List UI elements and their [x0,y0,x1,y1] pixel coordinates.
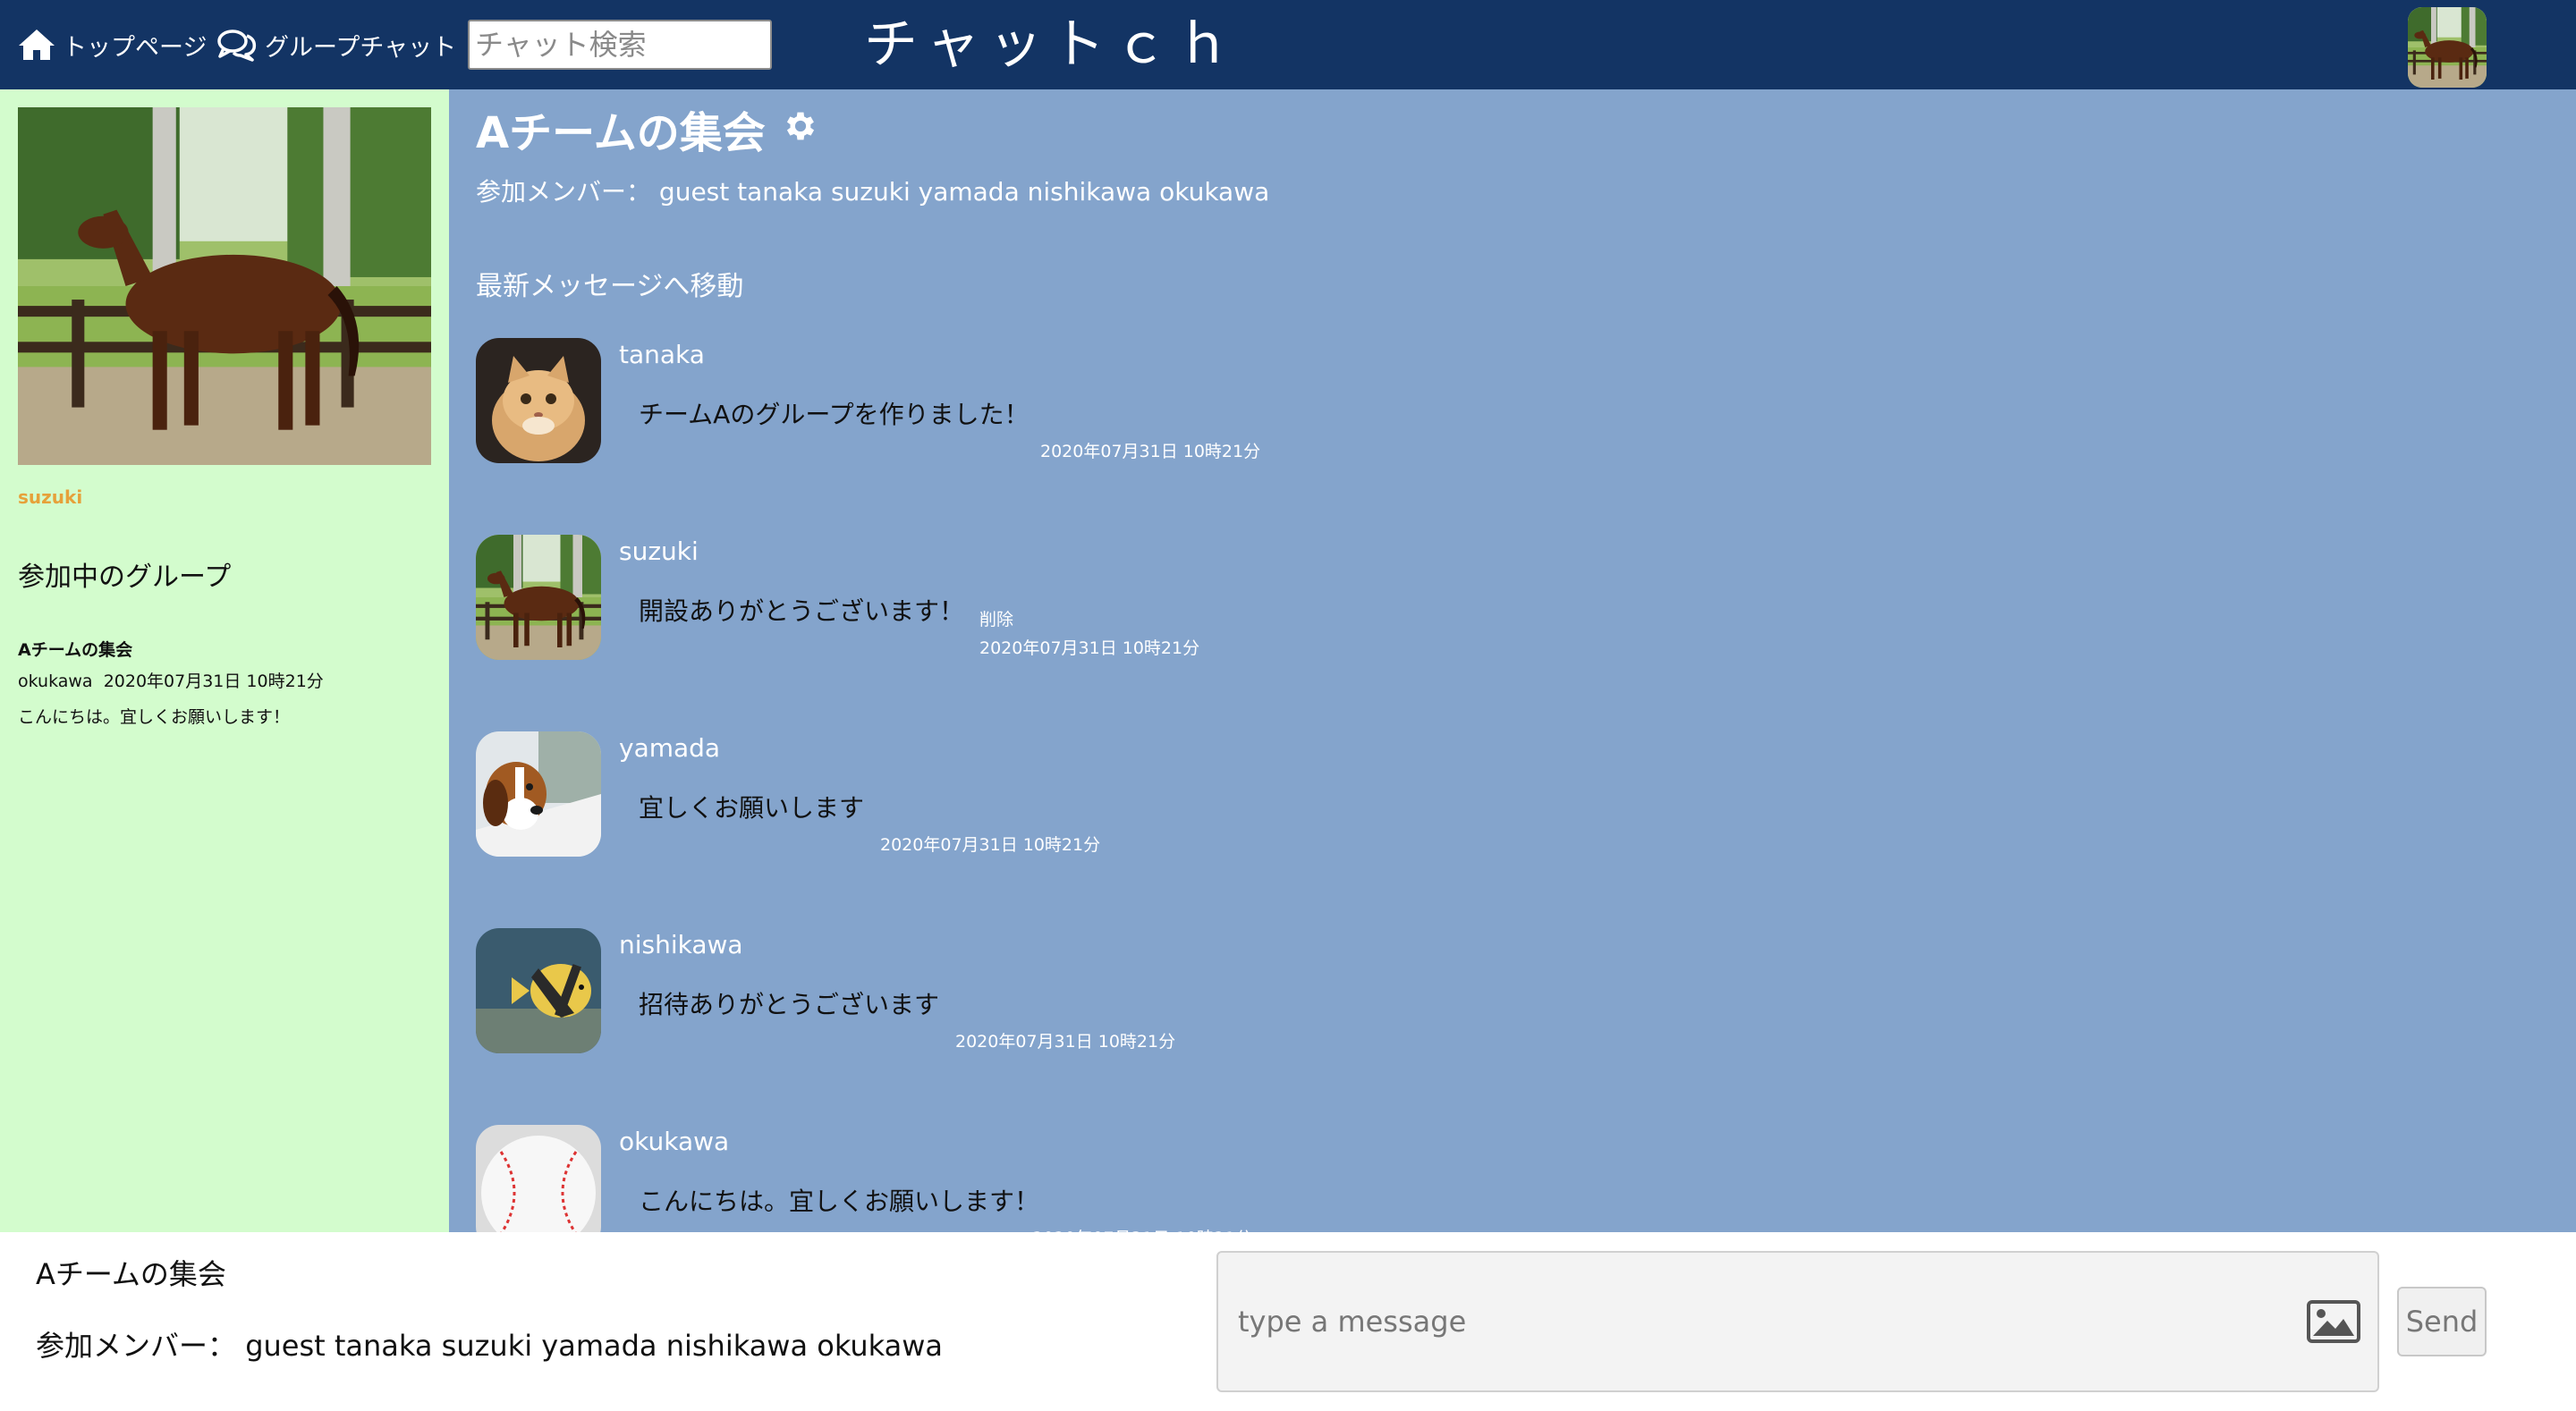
delete-message-link[interactable]: 削除 [979,606,1013,630]
message-text: こんにちは。宜しくお願いします！ [639,1187,1040,1216]
room-members: 参加メンバー： guest tanaka suzuki yamada nishi… [476,173,1269,208]
message-time: 2020年07月31日 10時21分 [1040,442,1261,461]
message-item: yamada 宜しくお願いします 2020年07月31日 10時21分 [476,731,1549,866]
group-name: Aチームの集会 [18,640,133,660]
top-navbar: トップページ グループチャット チャットｃｈ [0,0,2576,89]
message-text: 招待ありがとうございます [639,990,940,1019]
gear-icon[interactable] [782,107,819,145]
sender-avatar[interactable] [476,731,601,857]
joined-groups-heading: 参加中のグループ [18,562,232,593]
members-label: 参加メンバー： [476,177,652,207]
header-user-avatar[interactable] [2408,7,2487,88]
chat-bubbles-icon [217,30,257,62]
sender-avatar[interactable] [476,338,601,463]
footer-members-label: 参加メンバー： [36,1329,237,1363]
group-last-time: 2020年07月31日 10時21分 [103,672,324,691]
message-item: tanaka チームAのグループを作りました！ 2020年07月31日 10時2… [476,338,1549,472]
nav-group-chat-label: グループチャット [265,33,457,62]
image-upload-icon[interactable] [2306,1299,2361,1344]
send-button[interactable]: Send [2397,1287,2487,1356]
message-input[interactable] [1216,1251,2379,1392]
sidebar: suzuki 参加中のグループ Aチームの集会 okukawa 2020年07月… [0,89,449,1232]
message-item: suzuki 開設ありがとうございます！ 削除 2020年07月31日 10時2… [476,535,1549,669]
footer-members-list: guest tanaka suzuki yamada nishikawa oku… [245,1329,944,1363]
message-time: 2020年07月31日 10時21分 [1032,1225,1252,1232]
sender-name: nishikawa [619,930,743,959]
footer-room-members: 参加メンバー： guest tanaka suzuki yamada nishi… [36,1323,943,1365]
nav-home-link[interactable]: トップページ [18,20,207,70]
message-text: 宜しくお願いします [639,793,865,823]
footer-room-title: Aチームの集会 [36,1257,226,1291]
message-time: 2020年07月31日 10時21分 [880,835,1101,855]
group-last-message: こんにちは。宜しくお願いします！ [18,707,291,727]
sender-avatar[interactable] [476,1125,601,1232]
sender-name: okukawa [619,1127,730,1156]
nav-home-label: トップページ [63,33,208,62]
sender-name: tanaka [619,340,705,369]
message-text: 開設ありがとうございます！ [639,596,965,626]
profile-photo [18,107,431,465]
chat-search-input[interactable] [468,20,772,70]
sender-avatar[interactable] [476,928,601,1053]
group-last-sender: okukawa [18,672,93,691]
sender-avatar[interactable] [476,535,601,660]
nav-group-chat-link[interactable]: グループチャット [216,20,456,70]
message-item: nishikawa 招待ありがとうございます 2020年07月31日 10時21… [476,928,1549,1062]
room-title-row: Aチームの集会 [476,102,819,165]
message-time: 2020年07月31日 10時21分 [955,1032,1176,1052]
sidebar-username[interactable]: suzuki [18,486,82,508]
room-title: Aチームの集会 [476,108,766,158]
home-icon [19,30,55,60]
app-title: チャットｃｈ [864,13,1240,76]
sender-name: yamada [619,733,721,763]
sender-name: suzuki [619,537,699,566]
members-list: guest tanaka suzuki yamada nishikawa oku… [658,177,1270,207]
chat-main: Aチームの集会 参加メンバー： guest tanaka suzuki yama… [449,89,2576,1232]
message-composer-bar: Aチームの集会 参加メンバー： guest tanaka suzuki yama… [0,1232,2576,1411]
group-last-meta: okukawa 2020年07月31日 10時21分 [18,663,429,699]
jump-to-latest-link[interactable]: 最新メッセージへ移動 [476,264,743,303]
message-text: チームAのグループを作りました！ [639,400,1030,429]
group-list-item[interactable]: Aチームの集会 okukawa 2020年07月31日 10時21分 こんにちは… [18,637,429,735]
message-item: okukawa こんにちは。宜しくお願いします！ 2020年07月31日 10時… [476,1125,1549,1232]
message-time: 2020年07月31日 10時21分 [979,638,1200,658]
